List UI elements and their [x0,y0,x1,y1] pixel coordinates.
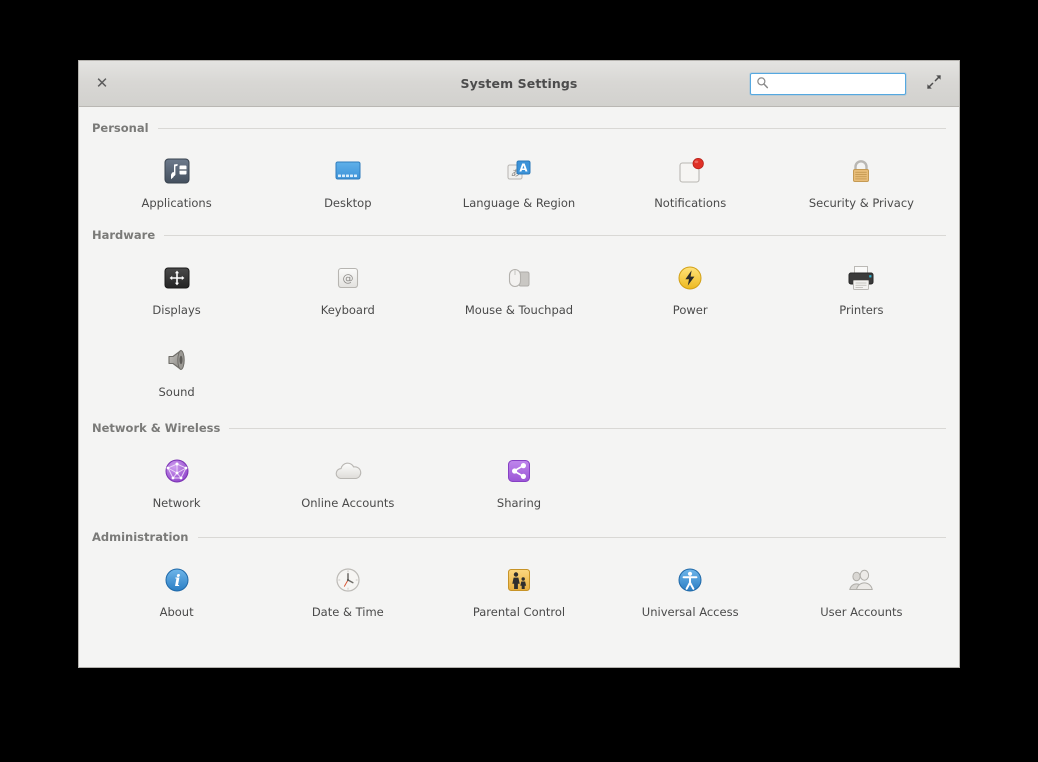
section-title: Administration [92,530,189,544]
displays-icon [156,257,198,299]
padlock-icon [840,150,882,192]
tile-universal-access[interactable]: Universal Access [605,551,776,625]
tile-language-region[interactable]: あ A Language & Region [433,142,604,216]
tile-label: Sharing [496,496,542,510]
section-administration: Administration i About Date & Time Paren… [91,530,947,625]
tile-label: User Accounts [820,605,903,619]
tile-label: Mouse & Touchpad [464,303,574,317]
desktop-monitor-icon [327,150,369,192]
power-bolt-icon [669,257,711,299]
info-circle-icon: i [156,559,198,601]
parental-control-icon [498,559,540,601]
clock-icon [327,559,369,601]
tile-label: Online Accounts [301,496,395,510]
tile-keyboard[interactable]: @ Keyboard [262,249,433,323]
settings-grid: Displays @ Keyboard Mouse & Touchpad Pow… [91,249,947,405]
speaker-icon [156,339,198,381]
system-settings-window: ✕ System Settings Personal Applications … [78,60,960,668]
tile-label: Notifications [654,196,727,210]
section-divider [164,234,946,236]
section-hardware: Hardware Displays @ Keyboard Mouse & Tou… [91,228,947,405]
tile-mouse-touchpad[interactable]: Mouse & Touchpad [433,249,604,323]
network-globe-icon [156,450,198,492]
section-header: Hardware [91,228,947,242]
tile-label: Date & Time [311,605,384,619]
tile-sound[interactable]: Sound [91,331,262,405]
search-field[interactable] [750,72,906,95]
universal-access-icon [669,559,711,601]
section-network-wireless: Network & Wireless Network Online Accoun… [91,421,947,516]
tile-label: Sound [158,385,195,399]
user-accounts-icon [840,559,882,601]
tile-label: Keyboard [320,303,375,317]
tile-label: Network [152,496,201,510]
expand-button[interactable] [923,73,945,95]
settings-grid: Applications Desktop あ A Language & Regi… [91,142,947,216]
language-region-icon: あ A [498,150,540,192]
tile-label: Parental Control [472,605,566,619]
tile-displays[interactable]: Displays [91,249,262,323]
printer-icon [840,257,882,299]
section-title: Network & Wireless [92,421,221,435]
tile-label: Universal Access [641,605,739,619]
tile-online-accounts[interactable]: Online Accounts [262,442,433,516]
tile-power[interactable]: Power [605,249,776,323]
tile-about[interactable]: i About [91,551,262,625]
tile-parental-control[interactable]: Parental Control [433,551,604,625]
tile-desktop[interactable]: Desktop [262,142,433,216]
svg-text:i: i [174,571,180,590]
tile-sharing[interactable]: Sharing [433,442,604,516]
tile-security-privacy[interactable]: Security & Privacy [776,142,947,216]
settings-grid: i About Date & Time Parental Control Uni… [91,551,947,625]
settings-content: Personal Applications Desktop あ A Langua… [79,107,959,667]
section-title: Hardware [92,228,156,242]
section-divider [157,127,946,129]
section-header: Administration [91,530,947,544]
section-header: Network & Wireless [91,421,947,435]
tile-date-time[interactable]: Date & Time [262,551,433,625]
applications-icon [156,150,198,192]
svg-text:A: A [519,162,528,174]
tile-user-accounts[interactable]: User Accounts [776,551,947,625]
section-divider [197,536,946,538]
search-icon [756,74,769,93]
section-personal: Personal Applications Desktop あ A Langua… [91,121,947,216]
tile-label: Displays [152,303,201,317]
window-titlebar: ✕ System Settings [79,61,959,107]
expand-diagonal-icon [926,74,942,94]
tile-label: Applications [141,196,212,210]
tile-label: About [159,605,194,619]
section-header: Personal [91,121,947,135]
tile-label: Printers [839,303,884,317]
share-nodes-icon [498,450,540,492]
section-title: Personal [92,121,149,135]
tile-notifications[interactable]: Notifications [605,142,776,216]
tile-network[interactable]: Network [91,442,262,516]
cloud-icon [327,450,369,492]
settings-grid: Network Online Accounts Sharing [91,442,947,516]
search-input[interactable] [773,77,905,90]
section-divider [229,427,946,429]
svg-text:@: @ [342,272,353,285]
keyboard-key-icon: @ [327,257,369,299]
notifications-icon [669,150,711,192]
tile-label: Language & Region [462,196,576,210]
tile-applications[interactable]: Applications [91,142,262,216]
tile-printers[interactable]: Printers [776,249,947,323]
mouse-touchpad-icon [498,257,540,299]
tile-label: Power [672,303,708,317]
tile-label: Desktop [324,196,372,210]
tile-label: Security & Privacy [808,196,914,210]
